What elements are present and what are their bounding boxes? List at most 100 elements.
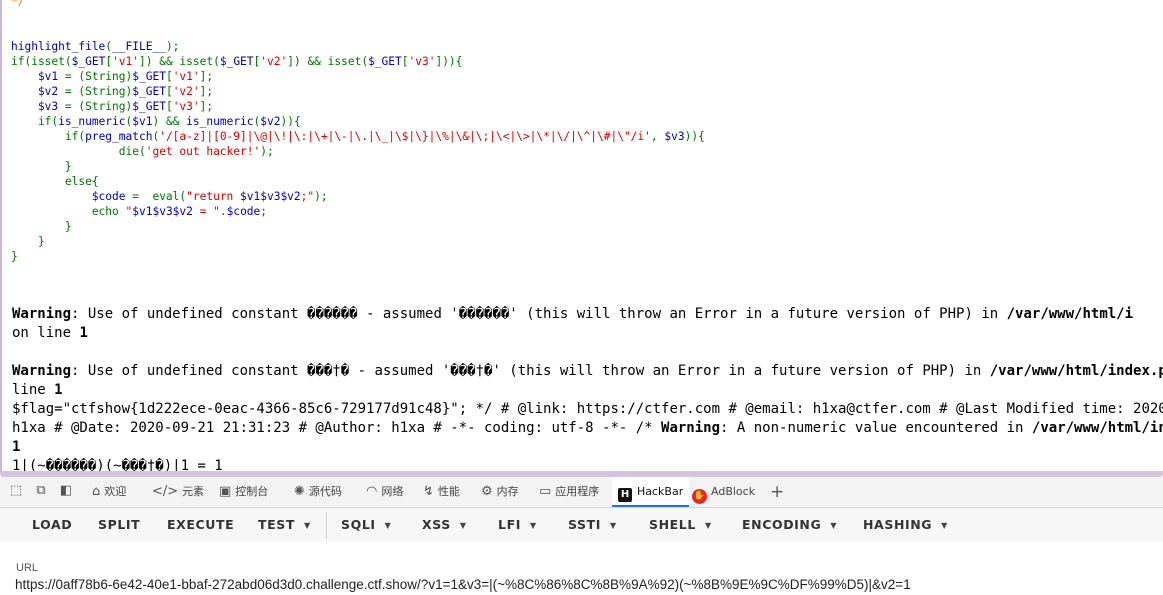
code-line: }	[11, 249, 1161, 264]
warning-label: Warning	[661, 420, 721, 436]
shell-dropdown[interactable]: SHELL ▼	[649, 508, 712, 542]
code-token: );	[165, 40, 180, 53]
chevron-down-icon: ▼	[830, 521, 838, 530]
tab-label: 性能	[437, 485, 460, 498]
button-label: SHELL	[649, 517, 696, 532]
encoding-dropdown[interactable]: ENCODING ▼	[742, 508, 837, 542]
tab-elements[interactable]: </> 元素	[152, 477, 204, 507]
tab-label: 控制台	[235, 485, 269, 498]
tab-sources[interactable]: ✺ 源代码	[294, 477, 342, 507]
device-toolbar-icon[interactable]: ⧉	[33, 483, 49, 499]
code-line: $code = eval("return $v1$v3$v2;");	[11, 189, 1161, 204]
url-input[interactable]	[15, 575, 1155, 593]
code-line: echo "$v1$v3$v2 = ".$code;	[11, 204, 1161, 219]
code-line: else{	[11, 174, 1161, 189]
code-token: if(isset(	[11, 55, 72, 68]
url-section: URL	[0, 542, 1163, 595]
number-value: 1	[12, 439, 21, 455]
button-label: LFI	[498, 517, 521, 532]
devtools-panel: ⬚ ⧉ ◧ ⌂ 欢迎 </> 元素 ▣ 控制台 ✺ 源代码 ◠ 网络 ↯ 性能 ⚙ 内存 ▭ 应…	[0, 471, 1163, 595]
hackbar-icon: H	[618, 488, 632, 502]
tab-network[interactable]: ◠ 网络	[366, 477, 403, 507]
execute-button[interactable]: EXECUTE	[167, 508, 234, 542]
sqli-dropdown[interactable]: SQLI ▼	[341, 508, 391, 542]
author-line: h1xa # @Date: 2020-09-21 21:31:23 # @Aut…	[12, 420, 662, 436]
flag-line: $flag="ctfshow{1d222ece-0eac-4366-85c6-7…	[12, 401, 1163, 417]
warning-text: : Use of undefined constant ������ - ass…	[71, 306, 1007, 322]
warning-path: /var/www/html/i	[1006, 306, 1134, 322]
line-text: line	[12, 382, 55, 398]
code-token: ])){	[435, 55, 463, 68]
chevron-down-icon: ▼	[529, 521, 537, 530]
code-token: if(	[11, 130, 86, 143]
code-line: }	[11, 234, 1161, 249]
warning-1: Warning: Use of undefined constant �����…	[12, 305, 1163, 324]
tab-performance[interactable]: ↯ 性能	[423, 477, 460, 507]
tab-welcome[interactable]: ⌂ 欢迎	[92, 477, 126, 507]
lfi-dropdown[interactable]: LFI ▼	[498, 508, 537, 542]
chevron-down-icon: ▼	[941, 521, 948, 530]
hashing-dropdown[interactable]: HASHING ▼	[863, 508, 948, 542]
code-token: is_numeric	[186, 115, 254, 128]
tab-application[interactable]: ▭ 应用程序	[539, 477, 599, 507]
toolbar-divider	[326, 512, 327, 539]
result-line: 1|(~������)(~���†�)|1 = 1	[12, 458, 223, 471]
tab-console[interactable]: ▣ 控制台	[219, 477, 268, 507]
code-token: )){	[280, 115, 301, 128]
line-number: 1	[79, 325, 88, 341]
tab-label: 欢迎	[104, 485, 127, 498]
php-source-code: */highlight_file(__FILE__); if(isset($_GE…	[11, 0, 1161, 264]
tab-memory[interactable]: ⚙ 内存	[481, 477, 519, 507]
code-token: [	[165, 100, 173, 113]
chevron-down-icon: ▼	[610, 521, 617, 530]
code-token: $_GET	[132, 85, 166, 98]
code-line: if(isset($_GET['v1']) && isset($_GET['v2…	[11, 54, 1161, 69]
code-line: }	[11, 159, 1161, 174]
chevron-down-icon: ▼	[384, 521, 392, 530]
button-label: EXECUTE	[167, 517, 235, 532]
console-icon: ▣	[219, 484, 232, 499]
tab-adblock[interactable]: ✋ AdBlock	[692, 477, 755, 507]
code-token: $v2	[260, 115, 281, 128]
line-text: on line	[12, 325, 80, 341]
code-token: $_GET	[132, 100, 166, 113]
code-token: '/[a-z]|[0-9]|\@|\!|\:|\+|\-|\.|\_|\$|\}…	[159, 130, 651, 143]
warning-label: Warning	[12, 306, 72, 322]
xss-dropdown[interactable]: XSS ▼	[422, 508, 467, 542]
code-token: "return	[186, 190, 241, 203]
memory-icon: ⚙	[481, 484, 493, 499]
load-button[interactable]: LOAD	[32, 508, 72, 542]
code-token: $code	[11, 190, 133, 203]
code-token: }	[11, 250, 18, 263]
add-tab-button[interactable]: +	[770, 477, 784, 507]
inspect-icon[interactable]: ⬚	[8, 483, 24, 499]
performance-icon: ↯	[423, 484, 434, 499]
tab-label: 源代码	[308, 485, 342, 498]
tab-label: 元素	[182, 485, 205, 498]
code-token: $code	[226, 205, 261, 218]
code-line: if(is_numeric($v1) && is_numeric($v2)){	[11, 114, 1161, 129]
code-token: $_GET	[132, 70, 166, 83]
code-token: echo	[11, 205, 126, 218]
page-viewport: */highlight_file(__FILE__); if(isset($_GE…	[0, 0, 1163, 471]
warning-path: /var/www/html/index.p	[989, 363, 1163, 379]
button-label: XSS	[422, 517, 451, 532]
warning-2: Warning: Use of undefined constant ���†�…	[12, 362, 1163, 381]
tab-hackbar[interactable]: H HackBar	[612, 477, 690, 507]
button-label: SPLIT	[98, 517, 141, 532]
button-label: TEST	[258, 517, 295, 532]
code-token: = (String)	[64, 85, 133, 98]
code-line: if(preg_match('/[a-z]|[0-9]|\@|\!|\:|\+|…	[11, 129, 1161, 144]
code-token: = "	[192, 205, 220, 218]
code-token: $v1	[11, 70, 65, 83]
dock-icon[interactable]: ◧	[58, 483, 74, 499]
split-button[interactable]: SPLIT	[98, 508, 140, 542]
code-token: ]) && isset(	[287, 55, 369, 68]
test-dropdown[interactable]: TEST ▼	[258, 508, 311, 542]
warning-3: h1xa # @Date: 2020-09-21 21:31:23 # @Aut…	[12, 419, 1163, 438]
code-token: }	[11, 220, 72, 233]
ssti-dropdown[interactable]: SSTI ▼	[568, 508, 617, 542]
